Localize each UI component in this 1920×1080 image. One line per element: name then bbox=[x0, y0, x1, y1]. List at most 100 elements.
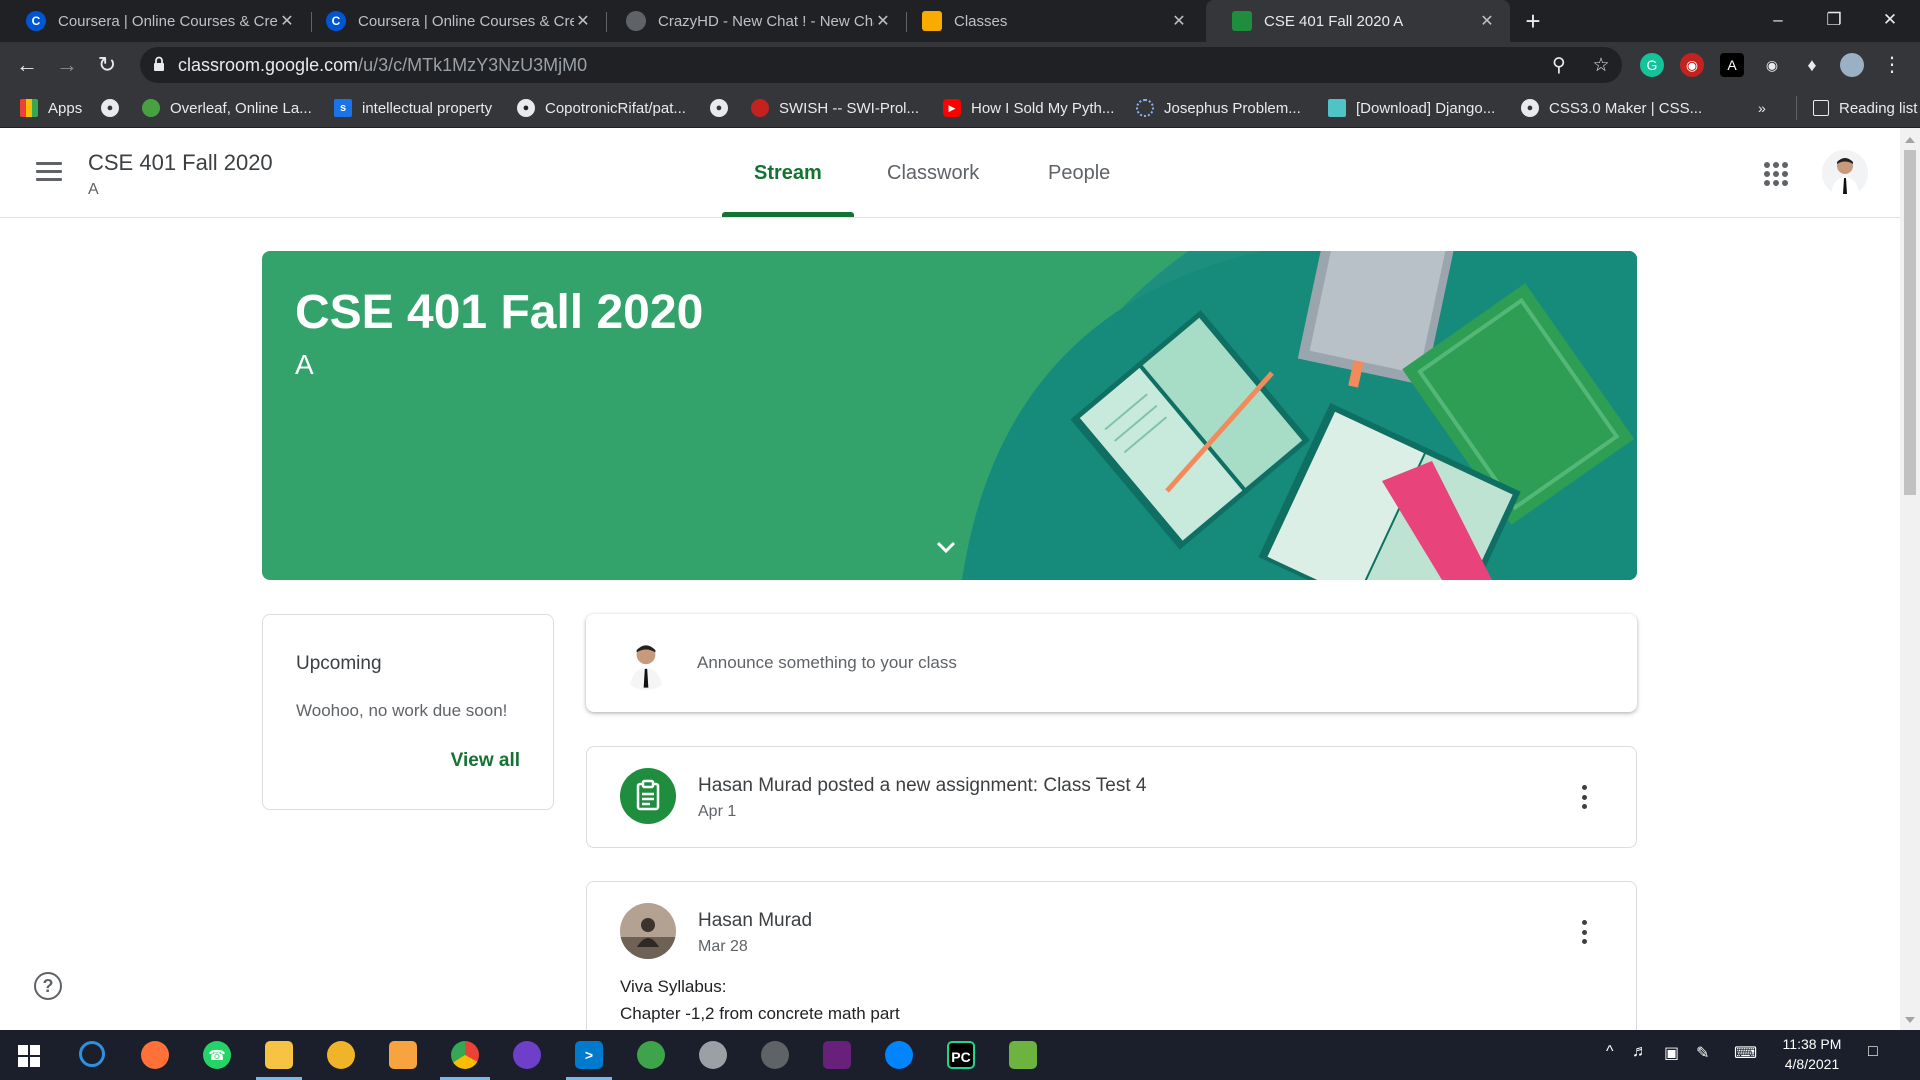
bookmark-github[interactable]: ● CopotronicRifat/pat... bbox=[517, 88, 686, 128]
file-explorer-icon[interactable] bbox=[265, 1041, 293, 1069]
post-title: Hasan Murad posted a new assignment: Cla… bbox=[698, 775, 1147, 796]
pycharm-icon[interactable]: PC bbox=[947, 1041, 975, 1069]
chrome-icon[interactable] bbox=[451, 1041, 479, 1069]
coursera-icon: C bbox=[26, 11, 46, 31]
page-scrollbar[interactable] bbox=[1900, 128, 1920, 1030]
volume-icon[interactable]: ♬ bbox=[1632, 1043, 1648, 1061]
profile-avatar-icon[interactable] bbox=[1840, 53, 1864, 77]
bookmark-apps[interactable]: Apps bbox=[20, 88, 82, 128]
notifications-icon[interactable]: □ bbox=[1868, 1043, 1878, 1061]
tray-chevron-up-icon[interactable]: ^ bbox=[1606, 1043, 1614, 1061]
more-bookmarks-chevron-icon[interactable]: » bbox=[1758, 88, 1766, 128]
tab-classwork[interactable]: Classwork bbox=[887, 162, 979, 185]
app-icon[interactable] bbox=[699, 1041, 727, 1069]
whatsapp-icon[interactable]: ☎ bbox=[203, 1041, 231, 1069]
browser-tab-active[interactable]: CSE 401 Fall 2020 A ✕ bbox=[1206, 0, 1510, 42]
pen-icon[interactable]: ✎ bbox=[1696, 1043, 1709, 1063]
bookmark-label: Apps bbox=[48, 99, 83, 117]
github-icon: ● bbox=[517, 99, 535, 117]
zoom-icon[interactable]: ⚲ bbox=[1548, 55, 1570, 77]
upcoming-empty-text: Woohoo, no work due soon! bbox=[296, 701, 508, 720]
menu-dots-icon[interactable]: ⋮ bbox=[1880, 53, 1904, 77]
tab-stream[interactable]: Stream bbox=[754, 162, 822, 185]
cortana-icon[interactable] bbox=[79, 1041, 105, 1067]
app-icon[interactable] bbox=[761, 1041, 789, 1069]
bookmarks-bar: Apps ● Overleaf, Online La... s intellec… bbox=[0, 88, 1920, 128]
puzzle-icon[interactable]: ♦ bbox=[1800, 53, 1824, 77]
chevron-down-icon[interactable] bbox=[934, 537, 958, 557]
close-icon[interactable]: ✕ bbox=[574, 11, 592, 31]
scroll-up-arrow-icon[interactable] bbox=[1905, 136, 1915, 144]
bookmark-swish[interactable]: SWISH -- SWI-Prol... bbox=[751, 88, 919, 128]
view-all-link[interactable]: View all bbox=[451, 750, 520, 772]
reading-list[interactable]: Reading list bbox=[1796, 96, 1917, 120]
hamburger-menu-icon[interactable] bbox=[36, 162, 62, 184]
more-options-icon[interactable] bbox=[1582, 785, 1588, 809]
bookmark-youtube[interactable]: ▶ How I Sold My Pyth... bbox=[943, 88, 1114, 128]
header-class-title[interactable]: CSE 401 Fall 2020 bbox=[88, 150, 273, 176]
close-icon[interactable]: ✕ bbox=[874, 11, 892, 31]
globe-icon: ● bbox=[101, 99, 119, 117]
browser-tab[interactable]: C Coursera | Online Courses & Credential… bbox=[300, 0, 606, 42]
tab-people[interactable]: People bbox=[1048, 162, 1110, 185]
app-icon[interactable] bbox=[637, 1041, 665, 1069]
messenger-icon[interactable] bbox=[885, 1041, 913, 1069]
apps-grid-icon bbox=[20, 99, 38, 117]
account-avatar[interactable] bbox=[1822, 150, 1868, 196]
scroll-down-arrow-icon[interactable] bbox=[1905, 1016, 1915, 1024]
close-icon[interactable]: ✕ bbox=[1478, 11, 1496, 31]
clock-time[interactable]: 11:38 PM bbox=[1782, 1036, 1842, 1052]
banner-class-title: CSE 401 Fall 2020 bbox=[295, 286, 704, 339]
scroll-thumb[interactable] bbox=[1904, 150, 1916, 495]
app-icon[interactable] bbox=[389, 1041, 417, 1069]
address-bar[interactable]: classroom.google.com/u/3/c/MTk1MzY3NzU3M… bbox=[140, 47, 1622, 83]
google-apps-icon[interactable] bbox=[1764, 162, 1788, 186]
visual-studio-icon[interactable] bbox=[823, 1041, 851, 1069]
app-icon[interactable] bbox=[1009, 1041, 1037, 1069]
browser-tab[interactable]: C Coursera | Online Courses & Credential… bbox=[0, 0, 310, 42]
stream-post-assignment[interactable]: Hasan Murad posted a new assignment: Cla… bbox=[586, 746, 1637, 848]
camera-icon[interactable]: ◉ bbox=[1760, 53, 1784, 77]
url-path: /u/3/c/MTk1MzY3NzU3MjM0 bbox=[358, 54, 588, 75]
minimize-button[interactable]: – bbox=[1748, 0, 1808, 40]
upcoming-title: Upcoming bbox=[296, 653, 382, 674]
forward-button[interactable]: → bbox=[52, 50, 82, 80]
banner-class-section: A bbox=[295, 349, 314, 380]
user-avatar bbox=[619, 636, 673, 690]
back-button[interactable]: ← bbox=[12, 50, 42, 80]
bookmark-django[interactable]: [Download] Django... bbox=[1328, 88, 1495, 128]
tor-icon[interactable] bbox=[327, 1041, 355, 1069]
extension-icon[interactable]: A bbox=[1720, 53, 1744, 77]
bookmark-label: [Download] Django... bbox=[1356, 99, 1496, 117]
bookmark-globe[interactable]: ● bbox=[710, 88, 738, 128]
network-icon[interactable]: ▣ bbox=[1664, 1043, 1679, 1063]
github-desktop-icon[interactable] bbox=[513, 1041, 541, 1069]
close-window-button[interactable]: ✕ bbox=[1860, 0, 1920, 40]
close-icon[interactable]: ✕ bbox=[278, 11, 296, 31]
clock-date[interactable]: 4/8/2021 bbox=[1778, 1056, 1846, 1072]
bookmark-scribd[interactable]: s intellectual property bbox=[334, 88, 492, 128]
vscode-icon[interactable]: > bbox=[575, 1041, 603, 1069]
windows-start-icon[interactable] bbox=[18, 1045, 40, 1067]
more-options-icon[interactable] bbox=[1582, 920, 1588, 944]
bookmark-label: CSS3.0 Maker | CSS... bbox=[1549, 99, 1703, 117]
bookmark-globe[interactable]: ● bbox=[101, 88, 129, 128]
announce-box[interactable]: Announce something to your class bbox=[586, 614, 1637, 712]
grammarly-icon[interactable]: G bbox=[1640, 53, 1664, 77]
help-icon[interactable]: ? bbox=[34, 972, 62, 1000]
bookmark-label: Overleaf, Online La... bbox=[170, 99, 312, 117]
restore-button[interactable]: ❐ bbox=[1804, 0, 1864, 40]
browser-tab[interactable]: Classes ✕ bbox=[896, 0, 1202, 42]
browser-tab[interactable]: CrazyHD - New Chat ! - New Chat ✕ bbox=[600, 0, 906, 42]
bookmark-josephus[interactable]: Josephus Problem... bbox=[1136, 88, 1301, 128]
classroom-page: CSE 401 Fall 2020 A Stream Classwork Peo… bbox=[0, 128, 1900, 1030]
close-icon[interactable]: ✕ bbox=[1170, 11, 1188, 31]
bookmark-overleaf[interactable]: Overleaf, Online La... bbox=[142, 88, 312, 128]
firefox-icon[interactable] bbox=[141, 1041, 169, 1069]
keyboard-icon[interactable]: ⌨ bbox=[1734, 1043, 1757, 1063]
star-icon[interactable]: ☆ bbox=[1590, 55, 1612, 77]
new-tab-button[interactable]: + bbox=[1518, 6, 1548, 36]
reload-button[interactable]: ↻ bbox=[92, 50, 122, 80]
bookmark-css3-maker[interactable]: ● CSS3.0 Maker | CSS... bbox=[1521, 88, 1702, 128]
extension-icon[interactable]: ◉ bbox=[1680, 53, 1704, 77]
